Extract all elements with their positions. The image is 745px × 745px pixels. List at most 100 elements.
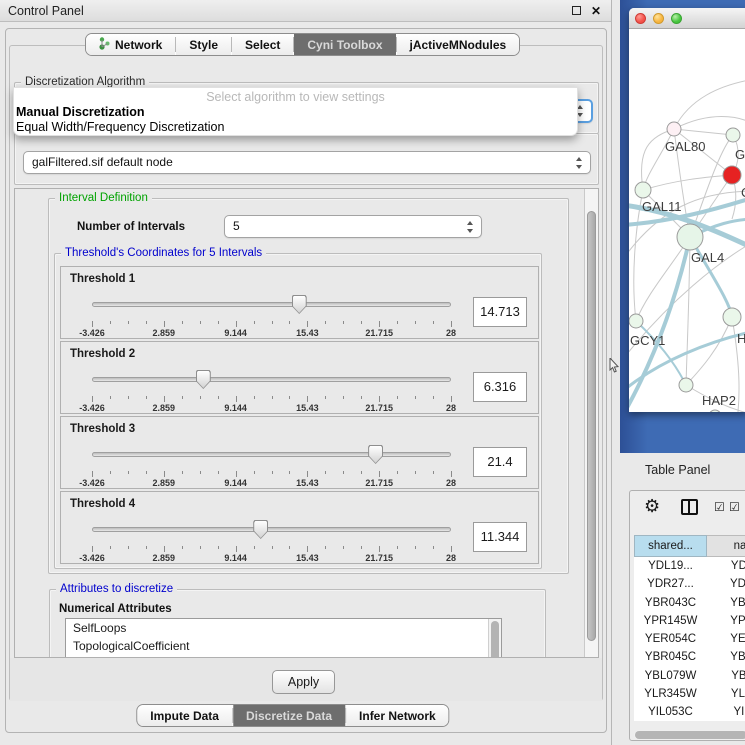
settings-vertical-scrollbar[interactable] — [584, 189, 598, 657]
table-cell[interactable]: YDL19... — [634, 557, 707, 575]
tab-discretize-data[interactable]: Discretize Data — [233, 705, 345, 726]
threshold-value-field[interactable]: 11.344 — [473, 522, 527, 552]
tab-network[interactable]: Network — [86, 34, 175, 55]
network-view-window[interactable]: GAL80GCGAL11GAL4GCY1HHAP2 — [629, 8, 745, 412]
threshold-slider[interactable]: -3.4262.8599.14415.4321.71528 — [92, 370, 451, 412]
table-row[interactable]: YER054CYER05 — [634, 630, 745, 648]
table-cell[interactable]: YDR27... — [634, 575, 707, 593]
table-cell[interactable]: YLR345W — [634, 685, 707, 703]
table-cell[interactable]: YBL079W — [634, 667, 707, 685]
apply-button[interactable]: Apply — [272, 670, 335, 694]
table-cell[interactable]: YBR043C — [634, 594, 707, 612]
combo-arrows-icon — [467, 221, 474, 233]
slider-tick — [200, 471, 201, 474]
network-node-gcy1[interactable] — [629, 314, 643, 328]
zoom-traffic-light-icon[interactable] — [671, 13, 682, 24]
tab-infer-network[interactable]: Infer Network — [346, 705, 449, 726]
network-node-gal4[interactable] — [677, 224, 703, 250]
table-cell[interactable]: YDR27 — [707, 575, 745, 593]
close-traffic-light-icon[interactable] — [635, 13, 646, 24]
tab-jactivemnodules[interactable]: jActiveMNodules — [397, 34, 520, 55]
tab-style[interactable]: Style — [176, 34, 231, 55]
close-icon[interactable]: ✕ — [589, 4, 603, 18]
split-columns-icon[interactable] — [681, 499, 698, 515]
table-cell[interactable]: YBR04 — [707, 648, 745, 666]
slider-tick — [128, 321, 129, 324]
table-cell[interactable]: YBR04 — [707, 594, 745, 612]
combo-arrows-icon — [576, 157, 583, 169]
slider-track[interactable] — [92, 452, 451, 457]
table-row[interactable]: YBL079WYBL07 — [634, 667, 745, 685]
table-row[interactable]: YBR045CYBR04 — [634, 648, 745, 666]
column-header-name[interactable]: name — [707, 535, 745, 557]
checkbox-icon[interactable]: ☑ — [714, 500, 725, 514]
algorithm-option-manual-discretization[interactable]: Manual Discretization — [16, 105, 145, 119]
table-cell[interactable]: YLR34 — [707, 685, 745, 703]
numerical-attributes-list[interactable]: SelfLoopsTopologicalCoefficientBetweenne… — [65, 618, 502, 658]
table-horizontal-scrollbar[interactable] — [634, 730, 745, 740]
threshold-slider[interactable]: -3.4262.8599.14415.4321.71528 — [92, 520, 451, 562]
table-row[interactable]: YLR345WYLR34 — [634, 685, 745, 703]
threshold-value-field[interactable]: 6.316 — [473, 372, 527, 402]
list-item-topologicalcoefficient[interactable]: TopologicalCoefficient — [66, 637, 501, 655]
slider-track[interactable] — [92, 377, 451, 382]
threshold-value-field[interactable]: 14.713 — [473, 297, 527, 327]
table-data-combobox[interactable]: galFiltered.sif default node — [23, 151, 591, 174]
table-cell[interactable]: YIL053C — [634, 703, 707, 721]
slider-tick-label: 15.43 — [296, 478, 319, 488]
slider-thumb[interactable] — [292, 295, 307, 314]
node-label: H — [737, 331, 745, 346]
table-cell[interactable]: YIL05 — [707, 703, 745, 721]
threshold-value-field[interactable]: 21.4 — [473, 447, 527, 477]
tab-impute-data[interactable]: Impute Data — [137, 705, 232, 726]
slider-tick — [200, 321, 201, 324]
table-row[interactable]: YIL053CYIL05 — [634, 703, 745, 721]
table-row[interactable]: YDR27...YDR27 — [634, 575, 745, 593]
checkbox-icon[interactable]: ☑ — [729, 500, 740, 514]
slider-thumb[interactable] — [253, 520, 268, 539]
slider-thumb[interactable] — [368, 445, 383, 464]
network-node[interactable] — [709, 410, 721, 412]
tab-select[interactable]: Select — [232, 34, 293, 55]
table-cell[interactable]: YBL07 — [707, 667, 745, 685]
gear-icon[interactable]: ⚙ — [644, 496, 660, 517]
tab-cyni-toolbox[interactable]: Cyni Toolbox — [294, 34, 395, 55]
table-row[interactable]: YDL19...YDL19 — [634, 557, 745, 575]
scrollbar-thumb[interactable] — [587, 211, 596, 641]
slider-tick — [128, 396, 129, 399]
slider-tick — [146, 546, 147, 549]
column-header-shared-[interactable]: shared... — [634, 535, 707, 557]
slider-thumb[interactable] — [196, 370, 211, 389]
table-cell[interactable]: YER054C — [634, 630, 707, 648]
network-node-hap2[interactable] — [679, 378, 693, 392]
slider-track[interactable] — [92, 527, 451, 532]
scrollbar-thumb[interactable] — [635, 731, 745, 739]
table-cell[interactable]: YBR045C — [634, 648, 707, 666]
table-row[interactable]: YPR145WYPR14 — [634, 612, 745, 630]
node-label: GAL80 — [665, 139, 705, 154]
table-cell[interactable]: YER05 — [707, 630, 745, 648]
threshold-slider[interactable]: -3.4262.8599.14415.4321.71528 — [92, 295, 451, 337]
network-node-gal11[interactable] — [635, 182, 651, 198]
slider-tick — [146, 396, 147, 399]
table-row[interactable]: YBR043CYBR04 — [634, 594, 745, 612]
network-window-titlebar[interactable] — [629, 8, 745, 29]
network-node-gal80[interactable] — [667, 122, 681, 136]
slider-tick — [343, 396, 344, 399]
attributes-group: Attributes to discretize Numerical Attri… — [49, 589, 546, 658]
list-item-selfloops[interactable]: SelfLoops — [66, 619, 501, 637]
number-of-intervals-combobox[interactable]: 5 — [224, 215, 482, 238]
table-cell[interactable]: YPR14 — [707, 612, 745, 630]
algorithm-option-equal-width-frequency-discretization[interactable]: Equal Width/Frequency Discretization — [16, 120, 224, 134]
network-canvas[interactable]: GAL80GCGAL11GAL4GCY1HHAP2 — [629, 29, 745, 412]
slider-track[interactable] — [92, 302, 451, 307]
table-cell[interactable]: YPR145W — [634, 612, 707, 630]
threshold-slider[interactable]: -3.4262.8599.14415.4321.71528 — [92, 445, 451, 487]
network-node-g[interactable] — [726, 128, 740, 142]
table-cell[interactable]: YDL19 — [707, 557, 745, 575]
network-node-c[interactable] — [723, 166, 741, 184]
float-window-icon[interactable] — [569, 4, 583, 18]
list-scrollbar[interactable] — [488, 619, 501, 658]
minimize-traffic-light-icon[interactable] — [653, 13, 664, 24]
network-node-h[interactable] — [723, 308, 741, 326]
